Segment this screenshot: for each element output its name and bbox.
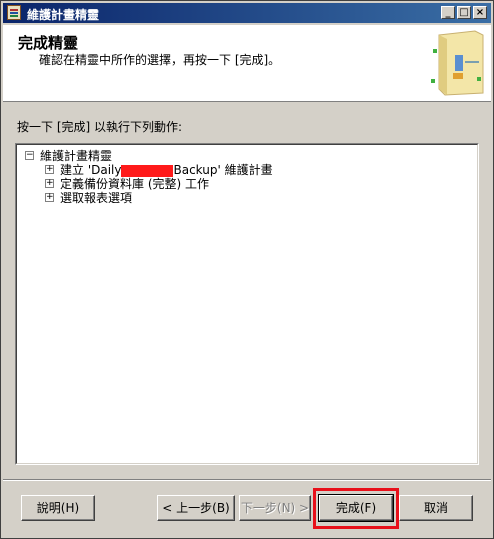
tree-item-label-prefix: 建立 'Daily <box>60 163 122 177</box>
page-title: 完成精靈 <box>18 34 79 52</box>
wizard-window: 維護計畫精靈 _ □ × 完成精靈 確認在精靈中所作的選擇，再按一下 [完成]。… <box>0 0 494 539</box>
footer-separator <box>3 479 491 481</box>
expand-icon[interactable]: + <box>45 193 54 202</box>
app-icon <box>7 5 21 20</box>
tree-root[interactable]: − 維護計畫精靈 <box>25 149 112 163</box>
tree-item-label: 定義備份資料庫 (完整) 工作 <box>60 177 209 191</box>
redaction-mark <box>121 164 174 177</box>
title-bar: 維護計畫精靈 _ □ × <box>3 3 491 23</box>
tree-item-create-plan[interactable]: + 建立 'Daily Backup' 維護計畫 <box>45 163 273 177</box>
minimize-button[interactable]: _ <box>441 6 455 19</box>
expand-icon[interactable]: + <box>45 179 54 188</box>
wizard-header: 完成精靈 確認在精靈中所作的選擇，再按一下 [完成]。 <box>3 25 491 102</box>
tree-root-label: 維護計畫精靈 <box>40 149 113 163</box>
tree-item-backup-task[interactable]: + 定義備份資料庫 (完整) 工作 <box>45 177 209 191</box>
tree-item-label-suffix: Backup' 維護計畫 <box>173 163 273 177</box>
back-button[interactable]: < 上一步(B) <box>157 495 235 521</box>
tree-item-label: 選取報表選項 <box>60 191 133 205</box>
page-subtitle: 確認在精靈中所作的選擇，再按一下 [完成]。 <box>39 53 281 67</box>
next-button[interactable]: 下一步(N) > <box>239 495 311 521</box>
expand-icon[interactable]: + <box>45 165 54 174</box>
maximize-button[interactable]: □ <box>457 6 471 19</box>
help-button[interactable]: 說明(H) <box>21 495 95 521</box>
finish-highlight-box <box>313 488 399 529</box>
tree-item-report-options[interactable]: + 選取報表選項 <box>45 191 132 205</box>
cancel-button[interactable]: 取消 <box>399 495 473 521</box>
collapse-icon[interactable]: − <box>25 151 34 160</box>
action-tree[interactable]: − 維護計畫精靈 + 建立 'Daily Backup' 維護計畫 + 定義備份資… <box>15 143 479 465</box>
wizard-graphic-icon <box>431 30 484 96</box>
instruction-label: 按一下 [完成] 以執行下列動作: <box>17 120 183 134</box>
window-title: 維護計畫精靈 <box>27 8 100 22</box>
close-button[interactable]: × <box>473 6 487 19</box>
